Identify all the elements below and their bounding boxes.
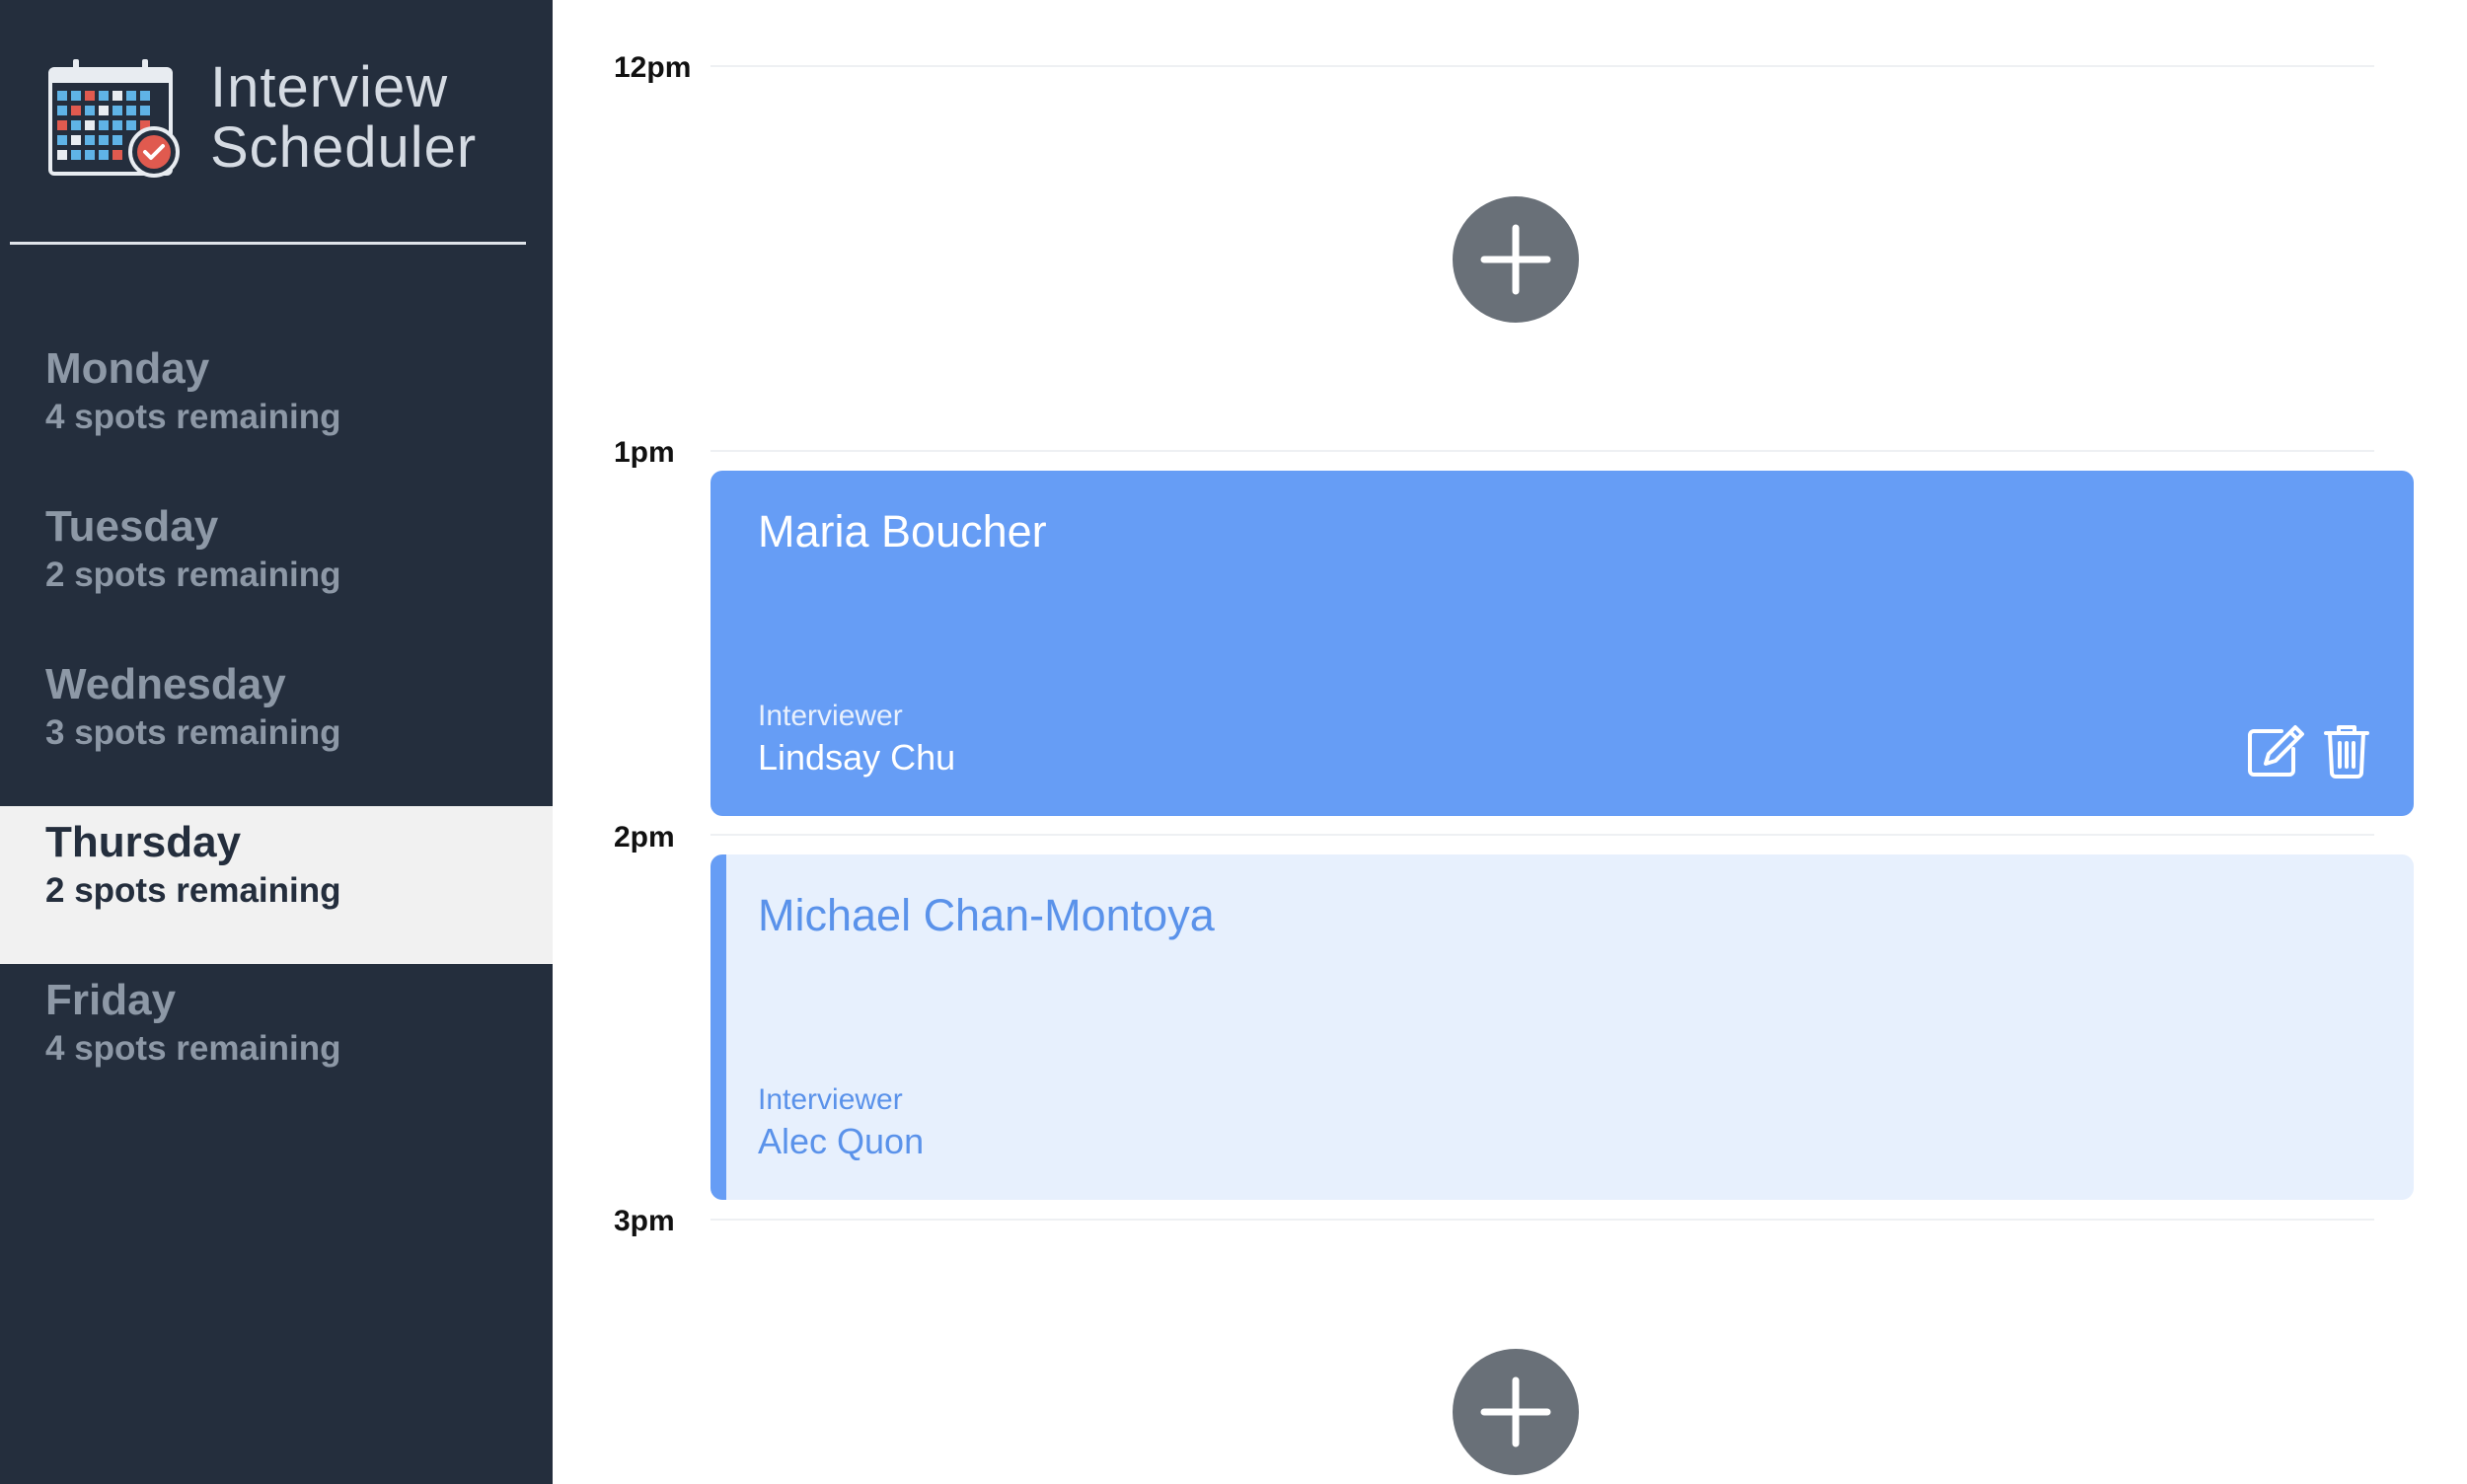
day-spots: 2 spots remaining: [45, 871, 341, 910]
app-title: Interview Scheduler: [210, 57, 477, 178]
appointment-card[interactable]: Michael Chan-Montoya Interviewer Alec Qu…: [710, 854, 2414, 1200]
add-appointment-button[interactable]: [1453, 1349, 1579, 1475]
sidebar-divider: [10, 242, 526, 245]
plus-icon: [1480, 224, 1551, 295]
day-name: Monday: [45, 344, 210, 393]
time-separator: [710, 1219, 2374, 1221]
day-item-thursday[interactable]: Thursday 2 spots remaining: [0, 806, 553, 964]
day-spots: 3 spots remaining: [45, 713, 341, 752]
day-item-tuesday[interactable]: Tuesday 2 spots remaining: [0, 490, 553, 648]
day-name: Wednesday: [45, 660, 286, 708]
plus-icon: [1480, 1376, 1551, 1447]
interviewer-label: Interviewer: [758, 1083, 903, 1116]
add-appointment-button[interactable]: [1453, 196, 1579, 323]
day-item-friday[interactable]: Friday 4 spots remaining: [0, 964, 553, 1122]
interviewer-name: Lindsay Chu: [758, 737, 956, 778]
time-label-1pm: 1pm: [614, 436, 675, 469]
app-title-line1: Interview: [210, 55, 449, 119]
appointment-card[interactable]: Maria Boucher Interviewer Lindsay Chu: [710, 471, 2414, 816]
day-item-monday[interactable]: Monday 4 spots remaining: [0, 333, 553, 490]
time-label-3pm: 3pm: [614, 1205, 675, 1237]
interviewer-label: Interviewer: [758, 700, 903, 732]
day-spots: 2 spots remaining: [45, 556, 341, 594]
time-separator: [710, 450, 2374, 452]
time-separator: [710, 834, 2374, 836]
student-name: Maria Boucher: [758, 506, 1047, 556]
edit-icon[interactable]: [2246, 723, 2305, 779]
sidebar: Interview Scheduler Monday 4 spots remai…: [0, 0, 553, 1484]
day-item-wednesday[interactable]: Wednesday 3 spots remaining: [0, 648, 553, 806]
day-list: Monday 4 spots remaining Tuesday 2 spots…: [0, 333, 553, 1122]
time-label-2pm: 2pm: [614, 821, 675, 853]
app-title-line2: Scheduler: [210, 115, 478, 180]
interviewer-name: Alec Quon: [758, 1121, 925, 1161]
time-separator: [710, 65, 2374, 67]
trash-icon[interactable]: [2323, 723, 2370, 779]
day-name: Friday: [45, 976, 177, 1024]
calendar-icon: [48, 59, 180, 178]
day-spots: 4 spots remaining: [45, 1029, 341, 1068]
student-name: Michael Chan-Montoya: [758, 890, 1215, 940]
day-spots: 4 spots remaining: [45, 398, 341, 436]
schedule: 12pm 1pm Maria Boucher Interviewer Linds…: [553, 0, 2467, 1484]
time-label-12pm: 12pm: [614, 51, 692, 84]
day-name: Thursday: [45, 818, 242, 866]
day-name: Tuesday: [45, 502, 219, 551]
